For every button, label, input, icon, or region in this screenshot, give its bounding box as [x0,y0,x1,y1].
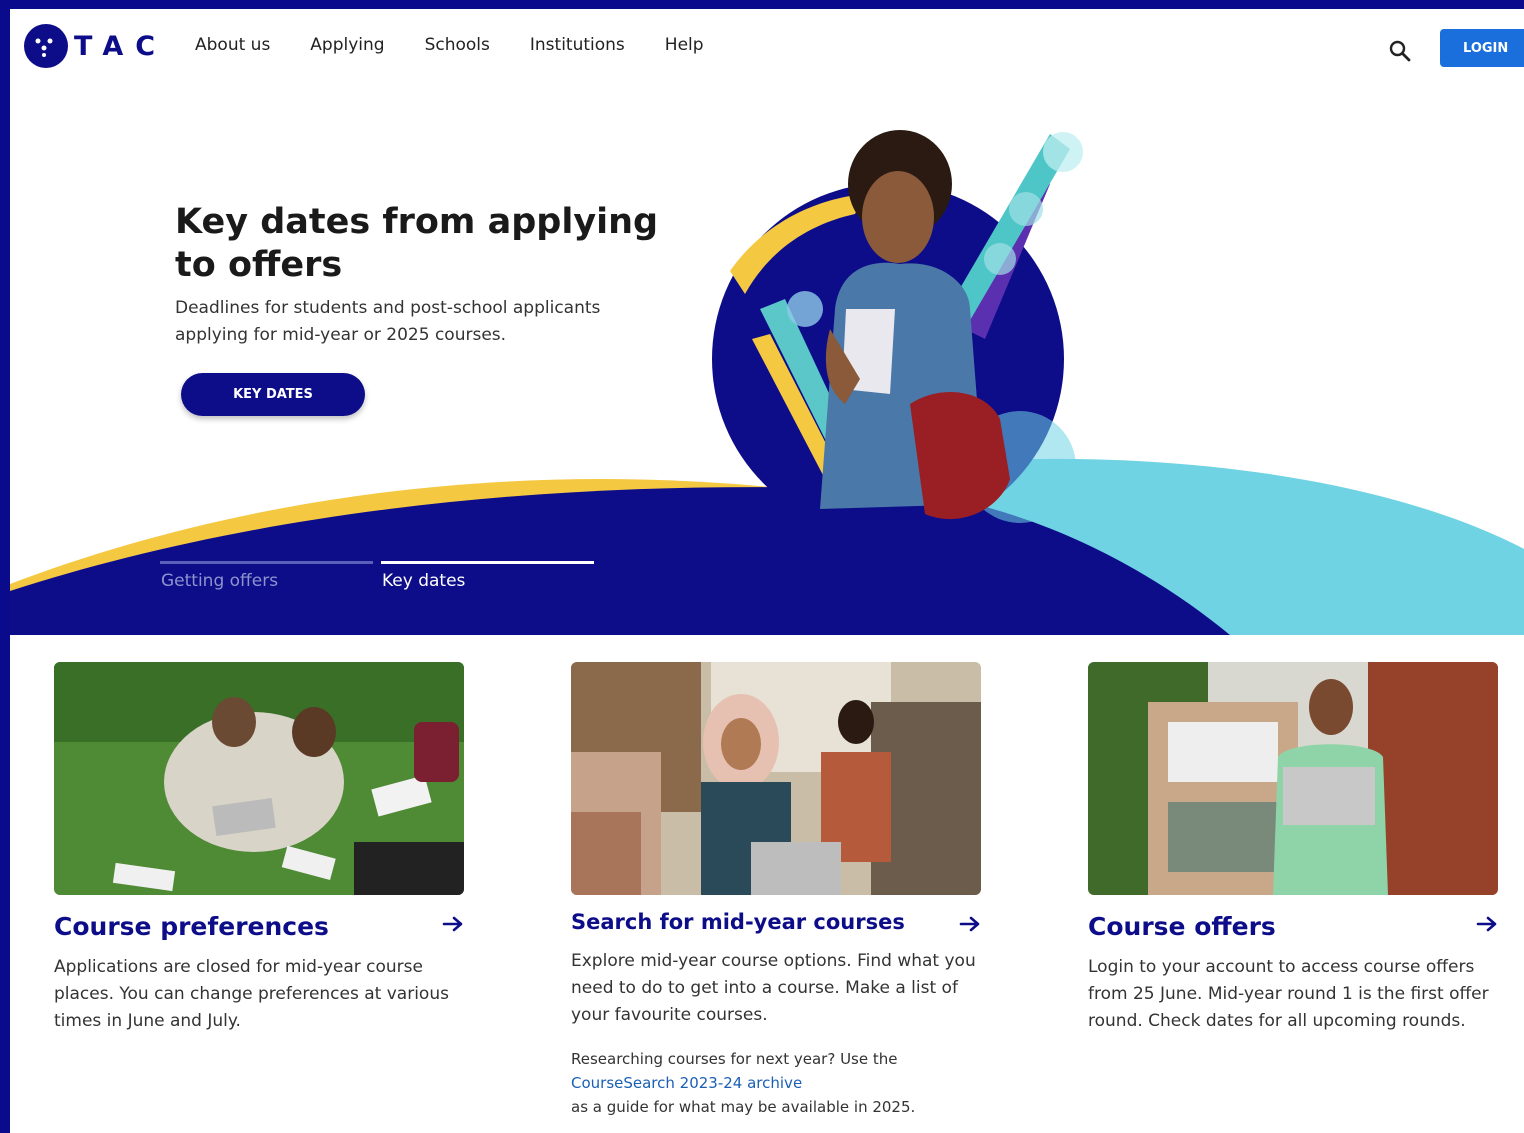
card-description: Login to your account to access course o… [1088,957,1489,1031]
arrow-right-icon[interactable] [959,915,981,933]
tab-indicator [160,561,373,564]
arrow-right-icon[interactable] [442,915,464,933]
card-image-student-with-laptop [1088,662,1498,895]
card-note: Researching courses for next year? Use t… [571,1047,981,1119]
tab-getting-offers[interactable]: Getting offers [160,561,373,597]
card-title[interactable]: Search for mid-year courses [571,910,951,934]
hero-title: Key dates from applying to offers [175,202,659,285]
note-text: as a guide for what may be available in … [571,1098,916,1116]
hero-subtitle: Deadlines for students and post-school a… [175,298,601,345]
key-dates-button[interactable]: KEY DATES [181,373,365,416]
card-title[interactable]: Course offers [1088,912,1468,941]
tab-label: Key dates [382,571,466,591]
note-text: Researching courses for next year? Use t… [571,1050,898,1068]
card-description: Applications are closed for mid-year cou… [54,957,449,1031]
tab-indicator-active [381,561,594,564]
card-title[interactable]: Course preferences [54,912,434,941]
tab-label: Getting offers [161,571,279,591]
card-description: Explore mid-year course options. Find wh… [571,951,976,1025]
coursesearch-archive-link[interactable]: CourseSearch 2023-24 archive [571,1071,981,1095]
arrow-right-icon[interactable] [1476,915,1498,933]
card-image-students-library [571,662,981,895]
page: TAC About us Applying Schools Institutio… [10,9,1524,1133]
tab-key-dates[interactable]: Key dates [381,561,594,597]
card-image-students-on-grass [54,662,464,895]
